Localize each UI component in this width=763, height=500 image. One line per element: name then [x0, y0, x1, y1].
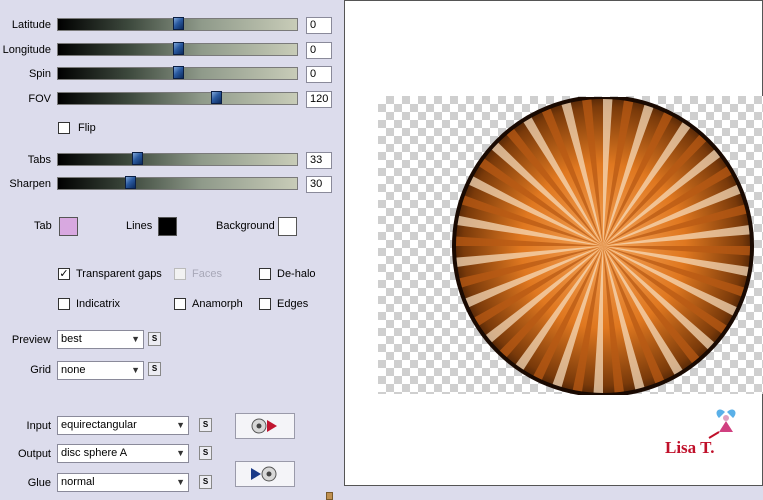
fov-slider-thumb[interactable] [210, 91, 222, 104]
tabs-slider-thumb[interactable] [131, 152, 143, 165]
input-select[interactable]: equirectangular ▼ [57, 416, 189, 435]
tabs-input[interactable]: 33 [306, 152, 332, 169]
preview-select[interactable]: best ▼ [57, 330, 144, 349]
grid-s-button[interactable]: S [148, 362, 161, 376]
chevron-down-icon: ▼ [176, 420, 185, 430]
grid-label: Grid [30, 364, 51, 376]
fov-label: FOV [28, 93, 51, 105]
input-s-button[interactable]: S [199, 418, 212, 432]
output-s-button[interactable]: S [199, 446, 212, 460]
resize-handle[interactable] [326, 492, 333, 500]
output-label: Output [17, 448, 51, 460]
glue-label: Glue [27, 477, 51, 489]
apply-reverse-button[interactable] [235, 461, 295, 487]
edges-checkbox[interactable] [259, 298, 271, 310]
longitude-label: Longitude [2, 44, 51, 56]
output-select-value: disc sphere A [61, 447, 128, 459]
flip-checkbox[interactable] [58, 122, 70, 134]
lines-color-label: Lines [126, 220, 153, 232]
chevron-down-icon: ▼ [176, 477, 185, 487]
sphere-preview-image [452, 97, 754, 395]
latitude-slider[interactable] [57, 17, 298, 31]
apply-forward-button[interactable] [235, 413, 295, 439]
input-label: Input [26, 420, 51, 432]
longitude-input[interactable]: 0 [306, 42, 332, 59]
indicatrix-label: Indicatrix [76, 298, 121, 310]
fov-slider[interactable] [57, 91, 298, 105]
latitude-input[interactable]: 0 [306, 17, 332, 34]
glue-select-value: normal [61, 476, 95, 488]
grid-select[interactable]: none ▼ [57, 361, 144, 380]
lines-color-swatch[interactable] [158, 217, 177, 236]
faces-label: Faces [192, 268, 222, 280]
sharpen-label: Sharpen [9, 178, 51, 190]
tab-color-label: Tab [34, 220, 52, 232]
spin-label: Spin [28, 68, 51, 80]
edges-label: Edges [277, 298, 309, 310]
glue-s-button[interactable]: S [199, 475, 212, 489]
preview-label: Preview [11, 334, 51, 346]
chevron-down-icon: ▼ [131, 365, 140, 375]
tabs-label: Tabs [27, 154, 51, 166]
output-select[interactable]: disc sphere A ▼ [57, 444, 189, 463]
de-halo-label: De-halo [277, 268, 316, 280]
chevron-down-icon: ▼ [176, 448, 185, 458]
fov-input[interactable]: 120 [306, 91, 332, 108]
transparent-gaps-checkbox[interactable]: ✓ [58, 268, 70, 280]
anamorph-checkbox[interactable] [174, 298, 186, 310]
latitude-label: Latitude [11, 19, 51, 31]
de-halo-checkbox[interactable] [259, 268, 271, 280]
background-color-swatch[interactable] [278, 217, 297, 236]
longitude-slider[interactable] [57, 42, 298, 56]
transparent-gaps-label: Transparent gaps [76, 268, 162, 280]
fairy-logo-icon [708, 409, 736, 439]
spin-input[interactable]: 0 [306, 66, 332, 83]
preview-select-value: best [61, 333, 82, 345]
background-color-label: Background [216, 220, 275, 232]
sharpen-slider[interactable] [57, 176, 298, 190]
tab-color-swatch[interactable] [59, 217, 78, 236]
chevron-down-icon: ▼ [131, 334, 140, 344]
spin-slider-thumb[interactable] [172, 66, 184, 79]
latitude-slider-thumb[interactable] [172, 17, 184, 30]
play-to-disc-icon [251, 466, 277, 482]
indicatrix-checkbox[interactable] [58, 298, 70, 310]
grid-select-value: none [61, 364, 86, 376]
preview-s-button[interactable]: S [148, 332, 161, 346]
tabs-slider[interactable] [57, 152, 298, 166]
anamorph-label: Anamorph [192, 298, 243, 310]
glue-select[interactable]: normal ▼ [57, 473, 189, 492]
disc-to-play-icon [251, 418, 277, 434]
faces-checkbox [174, 268, 186, 280]
spin-slider[interactable] [57, 66, 298, 80]
longitude-slider-thumb[interactable] [172, 42, 184, 55]
preview-canvas: Lisa T. [344, 0, 763, 486]
sharpen-input[interactable]: 30 [306, 176, 332, 193]
input-select-value: equirectangular [61, 419, 137, 431]
flip-label: Flip [78, 122, 96, 134]
sharpen-slider-thumb[interactable] [124, 176, 136, 189]
